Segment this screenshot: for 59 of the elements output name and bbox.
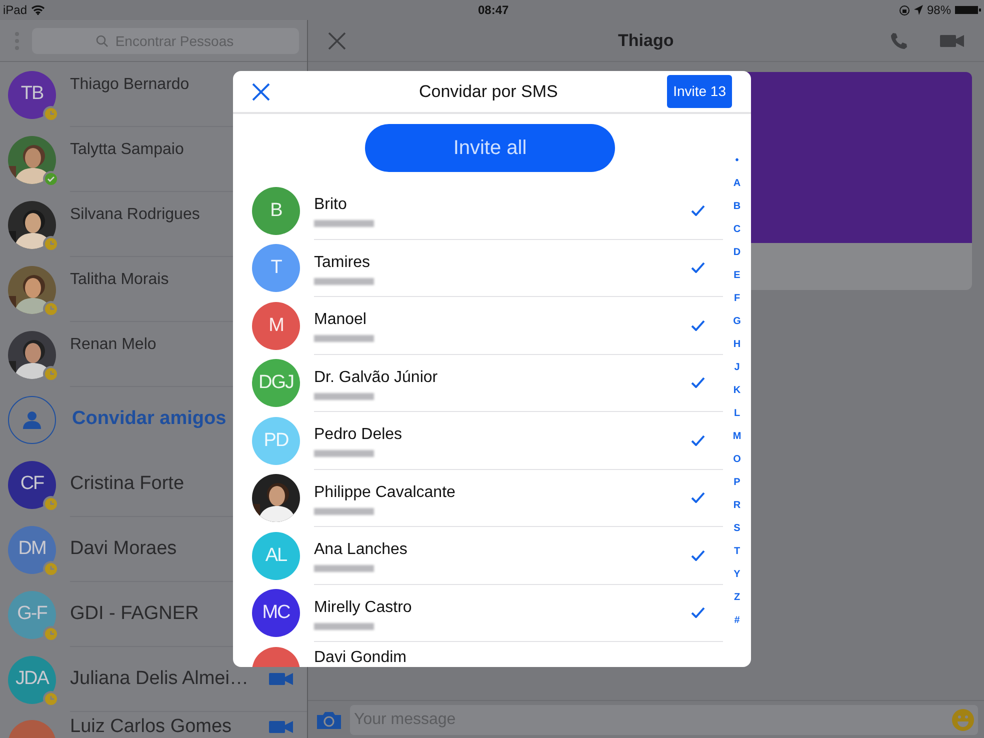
avatar: DM xyxy=(8,526,56,574)
contact-name[interactable]: Brito xyxy=(314,193,374,218)
contact-name[interactable]: Philippe Cavalcante xyxy=(314,480,456,505)
index-letter[interactable]: F xyxy=(734,287,740,310)
contact-name[interactable]: Manoel xyxy=(314,308,374,332)
index-letter[interactable]: A xyxy=(733,172,741,195)
avatar: MC xyxy=(252,589,300,638)
avatar: T xyxy=(252,244,300,292)
avatar: JDA xyxy=(8,656,56,704)
index-letter[interactable]: # xyxy=(734,609,740,632)
index-letter[interactable]: S xyxy=(734,517,740,540)
index-letter[interactable]: L xyxy=(734,402,740,425)
contact-name[interactable]: Cristina Forte xyxy=(70,470,184,498)
avatar: M xyxy=(252,302,300,350)
avatar: CF xyxy=(8,460,56,508)
contact-name[interactable]: GDI - FAGNER xyxy=(70,600,199,628)
contact-name[interactable]: Dr. Galvão Júnior xyxy=(314,366,438,390)
index-letter[interactable]: J xyxy=(734,356,740,379)
index-letter[interactable]: B xyxy=(733,195,741,218)
contact-name[interactable]: Mirelly Castro xyxy=(314,596,412,620)
contact-name[interactable]: Talytta Sampaio xyxy=(70,138,184,162)
index-letter[interactable]: Z xyxy=(734,586,740,609)
conversation-title: Thiago xyxy=(618,30,674,52)
index-letter[interactable]: C xyxy=(733,218,741,241)
contact-name[interactable]: Talitha Morais xyxy=(70,268,169,292)
contact-name[interactable]: Davi Moraes xyxy=(70,534,177,564)
contact-name[interactable]: Renan Melo xyxy=(70,333,156,357)
index-letter[interactable]: Y xyxy=(734,563,740,586)
battery-percent: 98% xyxy=(926,2,951,19)
invite-button[interactable]: Invite 13 xyxy=(667,75,732,108)
index-letter[interactable]: • xyxy=(735,149,739,172)
contact-name[interactable]: Juliana Delis Almei… xyxy=(70,664,248,694)
index-letter[interactable]: E xyxy=(734,264,740,287)
contact-name[interactable]: Silvana Rodrigues xyxy=(70,203,200,227)
index-letter[interactable]: R xyxy=(733,494,741,517)
avatar: AL xyxy=(252,532,300,580)
invite-all-button[interactable]: Invite all xyxy=(365,124,615,172)
avatar: B xyxy=(252,186,300,235)
contact-name[interactable]: Tamires xyxy=(314,250,374,275)
index-letter[interactable]: T xyxy=(734,540,740,563)
index-letter[interactable]: K xyxy=(733,379,741,402)
index-letter[interactable]: M xyxy=(732,425,742,448)
avatar: PD xyxy=(252,416,300,465)
dialog-title: Convidar por SMS xyxy=(419,80,558,103)
index-letter[interactable]: H xyxy=(733,333,741,356)
avatar: TB xyxy=(8,70,56,118)
contact-name[interactable]: Thiago Bernardo xyxy=(70,73,190,97)
index-letter[interactable]: D xyxy=(733,241,741,264)
index-letter[interactable]: O xyxy=(733,448,741,471)
avatar: DGJ xyxy=(252,359,300,408)
avatar: G-F xyxy=(8,590,56,638)
clock-time: 08:47 xyxy=(478,2,509,19)
contact-name[interactable]: Ana Lanches xyxy=(314,538,408,562)
contact-name[interactable]: Davi Gondim xyxy=(314,646,406,667)
contact-name[interactable]: Pedro Deles xyxy=(314,423,402,448)
index-letter[interactable]: G xyxy=(733,310,741,333)
device-name: iPad xyxy=(3,2,28,19)
contact-name[interactable]: Luiz Carlos Gomes xyxy=(70,717,232,737)
index-letter[interactable]: P xyxy=(734,471,740,494)
